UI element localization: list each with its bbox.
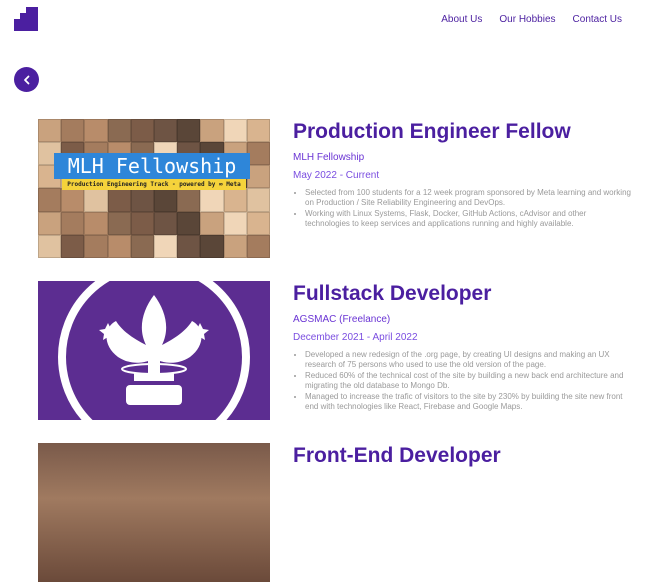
bullet-item: Reduced 60% of the technical cost of the… xyxy=(305,371,633,391)
fellowship-image: MLH Fellowship Production Engineering Tr… xyxy=(38,119,270,258)
portrait-tile xyxy=(61,119,85,143)
portrait-tile xyxy=(61,188,85,212)
blocks-logo-icon[interactable] xyxy=(14,7,38,31)
portrait-tile xyxy=(107,119,131,143)
portrait-tile xyxy=(246,165,270,189)
experience-org: AGSMAC (Freelance) xyxy=(293,314,391,325)
portrait-tile xyxy=(246,234,270,258)
experience-title: Front-End Developer xyxy=(293,444,501,467)
portrait-tile xyxy=(246,211,270,235)
experience-info-2: Fullstack Developer AGSMAC (Freelance) D… xyxy=(293,281,633,413)
portrait-tile xyxy=(246,142,270,166)
portrait-tile xyxy=(61,234,85,258)
portrait-tile xyxy=(84,211,108,235)
portrait-tile xyxy=(177,188,201,212)
portrait-tile xyxy=(38,234,62,258)
bullet-item: Working with Linux Systems, Flask, Docke… xyxy=(305,209,633,229)
image-banner: MLH Fellowship xyxy=(54,153,250,179)
portrait-tile xyxy=(223,119,247,143)
portrait-tile xyxy=(200,211,224,235)
portrait-tile xyxy=(107,211,131,235)
nav-our-hobbies[interactable]: Our Hobbies xyxy=(499,14,555,25)
portrait-tile xyxy=(246,188,270,212)
portrait-tile xyxy=(107,234,131,258)
portrait-tile xyxy=(154,211,178,235)
experience-date: May 2022 - Current xyxy=(293,170,380,181)
portrait-tile xyxy=(107,188,131,212)
portrait-tile xyxy=(223,211,247,235)
bullet-item: Selected from 100 students for a 12 week… xyxy=(305,188,633,208)
portrait-tile xyxy=(130,234,154,258)
bullet-item: Developed a new redesign of the .org pag… xyxy=(305,350,633,370)
nav-about-us[interactable]: About Us xyxy=(441,14,482,25)
experience-info-3: Front-End Developer xyxy=(293,443,633,469)
portrait-tile xyxy=(84,234,108,258)
portrait-tile xyxy=(246,119,270,143)
portrait-tile xyxy=(200,119,224,143)
portrait-tile xyxy=(130,211,154,235)
portrait-tile xyxy=(223,188,247,212)
team-photo-image xyxy=(38,443,270,582)
experience-bullets: Developed a new redesign of the .org pag… xyxy=(293,350,633,412)
bullet-item: Managed to increase the trafic of visito… xyxy=(305,392,633,412)
portrait-tile xyxy=(84,188,108,212)
experience-bullets: Selected from 100 students for a 12 week… xyxy=(293,188,633,229)
image-subbanner: Production Engineering Track - powered b… xyxy=(62,179,246,190)
portrait-tile xyxy=(177,211,201,235)
portrait-tile xyxy=(130,119,154,143)
portrait-tile xyxy=(61,211,85,235)
experience-info-1: Production Engineer Fellow MLH Fellowshi… xyxy=(293,119,633,230)
top-nav: About Us Our Hobbies Contact Us xyxy=(441,14,622,25)
portrait-tile xyxy=(154,234,178,258)
portrait-tile xyxy=(200,234,224,258)
portrait-tile xyxy=(38,211,62,235)
portrait-tile xyxy=(38,119,62,143)
portrait-tile xyxy=(130,188,154,212)
scout-image xyxy=(38,281,270,420)
portrait-tile xyxy=(84,119,108,143)
chevron-left-icon xyxy=(23,75,29,84)
portrait-tile xyxy=(38,188,62,212)
fleur-de-lis-icon xyxy=(58,281,250,420)
portrait-tile xyxy=(200,188,224,212)
portrait-tile xyxy=(154,188,178,212)
back-button[interactable] xyxy=(14,67,39,92)
experience-title: Fullstack Developer xyxy=(293,282,492,305)
portrait-tile xyxy=(154,119,178,143)
portrait-tile xyxy=(223,234,247,258)
portrait-tile xyxy=(177,119,201,143)
portrait-tile xyxy=(177,234,201,258)
experience-date: December 2021 - April 2022 xyxy=(293,332,418,343)
nav-contact-us[interactable]: Contact Us xyxy=(573,14,622,25)
experience-title: Production Engineer Fellow xyxy=(293,120,571,143)
experience-org: MLH Fellowship xyxy=(293,152,365,163)
